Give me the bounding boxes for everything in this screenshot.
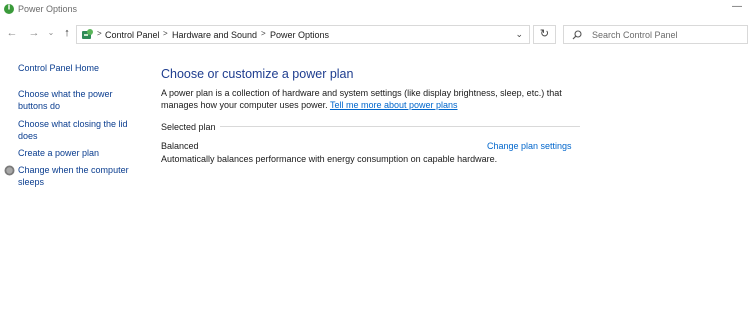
refresh-icon: ↻ (539, 28, 550, 40)
uac-shield-icon (4, 165, 15, 176)
change-sleep-link[interactable]: Change when the computer sleeps (18, 164, 138, 188)
chevron-right-icon[interactable]: > (261, 29, 266, 38)
search-box[interactable] (563, 25, 748, 44)
control-panel-icon (82, 29, 93, 39)
chevron-right-icon[interactable]: > (97, 29, 102, 38)
breadcrumb-power-options[interactable]: Power Options (270, 30, 329, 40)
control-panel-home-link[interactable]: Control Panel Home (18, 62, 138, 74)
chevron-down-icon[interactable]: ⌄ (515, 29, 523, 40)
choose-closing-lid-link[interactable]: Choose what closing the lid does (18, 118, 138, 142)
minimize-icon[interactable]: — (732, 1, 742, 12)
recent-locations-chevron-icon[interactable]: ⌄ (44, 28, 58, 37)
create-power-plan-link[interactable]: Create a power plan (18, 147, 138, 159)
chevron-right-icon[interactable]: > (163, 29, 168, 38)
search-icon (572, 30, 582, 40)
group-divider (220, 126, 580, 127)
back-arrow-icon[interactable]: ← (5, 27, 19, 39)
title-bar: Power Options — (0, 0, 750, 20)
breadcrumb-control-panel[interactable]: Control Panel (105, 30, 160, 40)
window-title: Power Options (18, 4, 78, 14)
plan-description: Automatically balances performance with … (161, 154, 498, 164)
refresh-button[interactable]: ↻ (533, 25, 556, 44)
selected-plan-label: Selected plan (161, 122, 216, 132)
page-description: A power plan is a collection of hardware… (161, 87, 581, 111)
change-plan-settings-link[interactable]: Change plan settings (487, 141, 572, 151)
learn-more-link[interactable]: Tell me more about power plans (330, 100, 458, 110)
breadcrumb-hardware-and-sound[interactable]: Hardware and Sound (172, 30, 257, 40)
choose-power-buttons-link[interactable]: Choose what the power buttons do (18, 88, 138, 112)
forward-arrow-icon[interactable]: → (27, 27, 41, 39)
address-bar[interactable]: > Control Panel > Hardware and Sound > P… (76, 25, 530, 44)
page-title: Choose or customize a power plan (161, 67, 354, 81)
search-input[interactable] (592, 28, 742, 41)
plan-name: Balanced (161, 141, 199, 151)
up-arrow-icon[interactable]: ↑ (60, 27, 74, 39)
power-options-icon (4, 4, 14, 14)
